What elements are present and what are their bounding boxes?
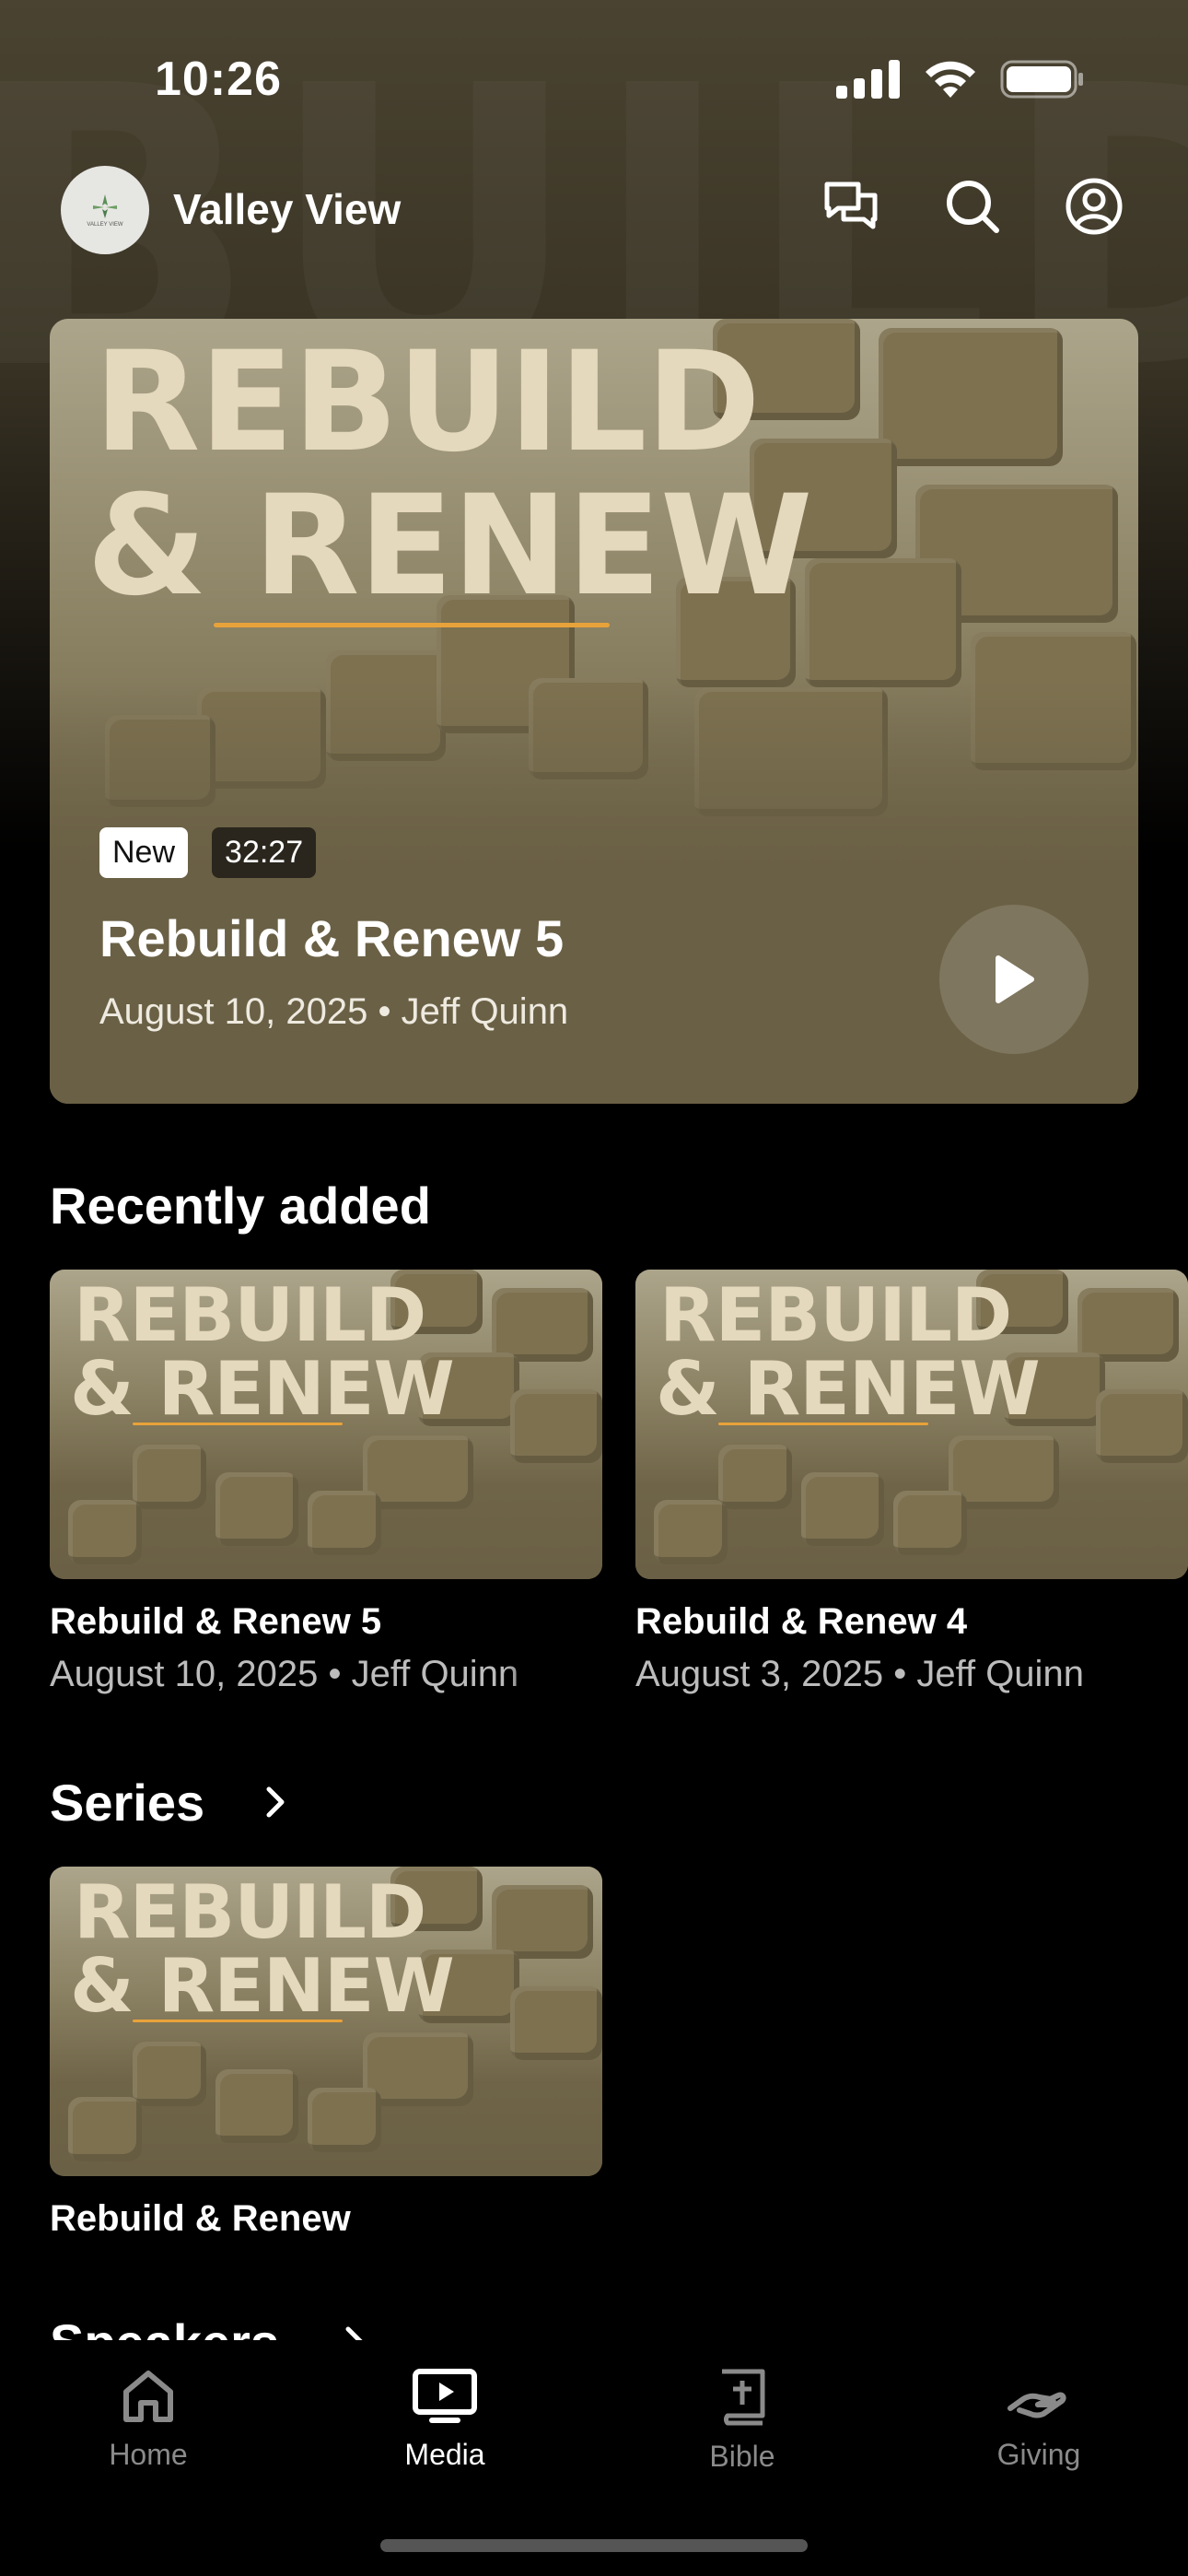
play-button[interactable] xyxy=(939,905,1089,1054)
account-icon xyxy=(1066,178,1123,235)
leaf-logo-icon xyxy=(93,194,117,218)
media-card-meta: August 3, 2025 • Jeff Quinn xyxy=(635,1654,1084,1694)
thumbnail-title-line2: & RENEW xyxy=(656,1346,1041,1432)
play-icon xyxy=(996,955,1034,1003)
series-heading[interactable]: Series xyxy=(50,1773,204,1832)
chat-icon xyxy=(824,181,878,229)
artwork-title-line2: & RENEW xyxy=(87,466,812,626)
home-icon xyxy=(123,2371,173,2422)
recently-added-heading: Recently added xyxy=(50,1177,431,1235)
wifi-icon xyxy=(926,61,975,98)
church-name: Valley View xyxy=(173,185,402,233)
tab-giving[interactable]: Giving xyxy=(947,2368,1131,2472)
account-button[interactable] xyxy=(1065,177,1124,236)
series-card[interactable]: REBUILD & RENEW Rebuild & Renew xyxy=(50,1867,602,2240)
cellular-signal-icon xyxy=(836,60,900,99)
new-badge: New xyxy=(99,827,189,878)
giving-icon xyxy=(1007,2392,1066,2418)
thumbnail-title-line1: REBUILD xyxy=(74,1272,426,1358)
media-card-meta: August 10, 2025 • Jeff Quinn xyxy=(50,1654,519,1694)
featured-sermon-card[interactable]: REBUILD & RENEW New 32:27 Rebuild & Rene… xyxy=(50,319,1138,1104)
church-logo[interactable]: VALLEY VIEW xyxy=(61,166,149,254)
app-header: VALLEY VIEW Valley View xyxy=(0,157,1188,267)
tab-home[interactable]: Home xyxy=(56,2368,240,2472)
media-card[interactable]: REBUILD & RENEW Rebuild & Renew 4 August… xyxy=(635,1270,1188,1695)
chat-button[interactable] xyxy=(821,177,880,236)
thumbnail-title-line2: & RENEW xyxy=(70,1943,455,2029)
artwork-underline xyxy=(214,623,610,627)
tab-label: Bible xyxy=(709,2440,775,2473)
status-bar: 10:26 xyxy=(0,0,1188,157)
header-actions xyxy=(821,177,1124,236)
chevron-right-icon[interactable] xyxy=(256,1784,293,1821)
hero-title: Rebuild & Renew 5 xyxy=(99,909,565,967)
tab-label: Giving xyxy=(996,2438,1081,2471)
hero-meta: August 10, 2025 • Jeff Quinn xyxy=(99,991,569,1032)
search-button[interactable] xyxy=(943,177,1002,236)
logo-text: VALLEY VIEW xyxy=(87,222,123,228)
thumbnail-title-line1: REBUILD xyxy=(659,1272,1012,1358)
tab-bible[interactable]: Bible xyxy=(650,2368,834,2474)
artwork-title-line1: REBUILD xyxy=(94,322,761,483)
tv-icon xyxy=(413,2369,477,2423)
series-card-thumbnail: REBUILD & RENEW xyxy=(50,1867,602,2176)
media-card-thumbnail: REBUILD & RENEW xyxy=(635,1270,1188,1579)
battery-icon xyxy=(1000,60,1083,99)
media-card-title: Rebuild & Renew 4 xyxy=(635,1601,968,1642)
status-time: 10:26 xyxy=(155,53,282,106)
tab-media[interactable]: Media xyxy=(353,2368,537,2472)
tab-label: Media xyxy=(404,2438,485,2471)
duration-badge: 32:27 xyxy=(212,827,317,878)
bible-icon xyxy=(722,2369,765,2426)
home-indicator[interactable] xyxy=(380,2539,808,2552)
hero-badges: New 32:27 xyxy=(99,827,317,878)
search-icon xyxy=(947,181,999,233)
thumbnail-title-line2: & RENEW xyxy=(70,1346,455,1432)
thumbnail-title-line1: REBUILD xyxy=(74,1869,426,1955)
media-card-title: Rebuild & Renew 5 xyxy=(50,1601,382,1642)
media-card[interactable]: REBUILD & RENEW Rebuild & Renew 5 August… xyxy=(50,1270,602,1695)
series-card-title: Rebuild & Renew xyxy=(50,2198,351,2239)
status-icons xyxy=(836,59,1085,100)
media-card-thumbnail: REBUILD & RENEW xyxy=(50,1270,602,1579)
tab-label: Home xyxy=(109,2438,188,2471)
